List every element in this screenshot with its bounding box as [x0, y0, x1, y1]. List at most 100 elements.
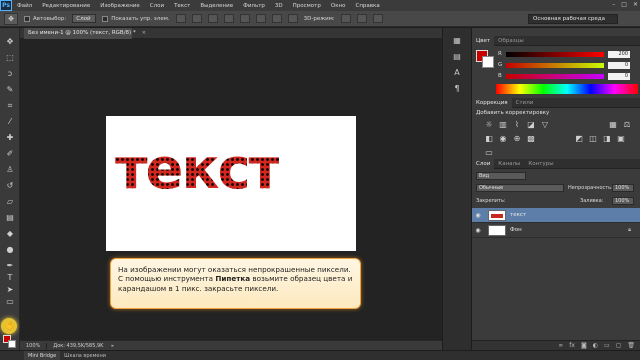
gradient-map-icon[interactable]: ▭ [484, 148, 494, 158]
group-icon[interactable]: ▭ [604, 342, 610, 349]
zoom-level[interactable]: 100% [20, 342, 48, 349]
blur-icon[interactable]: ◆ [4, 228, 16, 240]
align-center-icon[interactable] [239, 14, 250, 23]
menu-layer[interactable]: Слои [145, 3, 169, 9]
tab-paths[interactable]: Контуры [524, 159, 557, 169]
properties-panel-icon[interactable]: ▤ [451, 52, 463, 62]
document-tab[interactable]: Без имени-1 @ 100% (текст, RGB/8) * × [24, 28, 146, 39]
align-right-icon[interactable] [255, 14, 266, 23]
menu-filter[interactable]: Фильтр [238, 3, 270, 9]
threshold-icon[interactable]: ◨ [602, 134, 612, 144]
tab-adjustments[interactable]: Коррекция [472, 98, 512, 108]
slider-g[interactable]: G 0 [498, 61, 638, 69]
quick-select-icon[interactable]: ✎ [4, 84, 16, 96]
move-tool-preset-icon[interactable]: ✥ [4, 12, 18, 25]
type-icon[interactable]: T [4, 272, 16, 284]
hue-saturation-icon[interactable]: ▦ [608, 120, 618, 130]
slider-b-track[interactable] [506, 73, 604, 79]
vibrance-icon[interactable]: ▽ [540, 120, 550, 130]
tab-timeline[interactable]: Шкала времени [60, 351, 110, 360]
menu-image[interactable]: Изображение [95, 3, 145, 9]
brush-icon[interactable]: ✐ [4, 148, 16, 160]
slider-r[interactable]: R 200 [498, 50, 638, 58]
tab-mini-bridge[interactable]: Mini Bridge [24, 350, 61, 360]
gradient-icon[interactable]: ▤ [4, 212, 16, 224]
path-select-icon[interactable]: ➤ [4, 284, 16, 296]
autoselect-dropdown[interactable]: Слой [72, 14, 97, 23]
opacity-input[interactable]: 100% [612, 184, 634, 192]
close-tab-icon[interactable]: × [141, 30, 146, 36]
close-icon[interactable]: ✕ [633, 1, 638, 8]
lasso-icon[interactable]: ↄ [4, 68, 16, 80]
pen-icon[interactable]: ✒ [4, 260, 16, 272]
color-bg-swatch[interactable] [482, 56, 494, 68]
eraser-icon[interactable]: ▱ [4, 196, 16, 208]
canvas-text-layer[interactable]: текст [115, 142, 280, 198]
levels-icon[interactable]: ▥ [498, 120, 508, 130]
dodge-icon[interactable]: ● [4, 244, 16, 256]
color-lookup-icon[interactable]: ▩ [526, 134, 536, 144]
minimize-icon[interactable]: – [612, 1, 615, 8]
move-icon[interactable]: ✥ [4, 36, 16, 48]
selective-color-icon[interactable]: ▣ [616, 134, 626, 144]
tab-channels[interactable]: Каналы [494, 159, 524, 169]
status-menu-icon[interactable]: ▸ [109, 343, 116, 349]
workspace-dropdown[interactable]: Основная рабочая среда [528, 14, 618, 24]
distribute-icon[interactable] [271, 14, 282, 23]
align-bottom-icon[interactable] [207, 14, 218, 23]
layer-style-icon[interactable]: fx [569, 342, 575, 349]
tab-color[interactable]: Цвет [472, 36, 495, 46]
slider-r-track[interactable] [506, 51, 604, 57]
menu-select[interactable]: Выделение [195, 3, 238, 9]
layer-kind-filter[interactable]: Вид [476, 172, 526, 180]
align-middle-icon[interactable] [191, 14, 202, 23]
eye-icon[interactable]: ◉ [472, 212, 484, 219]
3d-pan-icon[interactable] [372, 14, 383, 23]
brightness-icon[interactable]: ☼ [484, 120, 494, 130]
slider-b[interactable]: B 0 [498, 72, 638, 80]
slider-r-value[interactable]: 200 [608, 50, 630, 58]
exposure-icon[interactable]: ◪ [526, 120, 536, 130]
tab-styles[interactable]: Стили [512, 98, 538, 108]
layer-row-background[interactable]: ◉ Фон 🔒︎ [472, 223, 640, 238]
crop-icon[interactable]: ⌗ [4, 100, 16, 112]
clone-stamp-icon[interactable]: ♙ [4, 164, 16, 176]
align-top-icon[interactable] [175, 14, 186, 23]
menu-view[interactable]: Просмотр [288, 3, 326, 9]
align-left-icon[interactable] [223, 14, 234, 23]
fill-input[interactable]: 100% [612, 197, 634, 205]
menu-window[interactable]: Окно [326, 3, 351, 9]
autoselect-option[interactable]: Автовыбор: [24, 15, 66, 22]
slider-b-value[interactable]: 0 [608, 72, 630, 80]
eye-icon[interactable]: ◉ [472, 227, 484, 234]
menu-help[interactable]: Справка [350, 3, 384, 9]
marquee-icon[interactable]: ⬚ [4, 52, 16, 64]
menu-file[interactable]: Файл [12, 3, 37, 9]
mask-icon[interactable]: ◙ [581, 342, 587, 349]
trash-icon[interactable]: 🗑︎ [627, 342, 635, 349]
3d-rotate-icon[interactable] [340, 14, 351, 23]
3d-roll-icon[interactable] [356, 14, 367, 23]
posterize-icon[interactable]: ◫ [588, 134, 598, 144]
invert-icon[interactable]: ◩ [574, 134, 584, 144]
channel-mixer-icon[interactable]: ⊕ [512, 134, 522, 144]
hand-icon[interactable]: ✋ [4, 320, 16, 332]
adjustment-layer-icon[interactable]: ◐ [593, 342, 598, 349]
rectangle-icon[interactable]: ▭ [4, 296, 16, 308]
menu-edit[interactable]: Редактирование [37, 3, 95, 9]
eyedropper-icon[interactable]: ⁄ [4, 116, 16, 128]
show-controls-checkbox[interactable] [102, 15, 109, 22]
new-layer-icon[interactable]: ▢ [616, 342, 622, 349]
color-spectrum-bar[interactable] [496, 84, 638, 94]
curves-icon[interactable]: ⌇ [512, 120, 522, 130]
color-balance-icon[interactable]: ⚖ [622, 120, 632, 130]
show-controls-option[interactable]: Показать упр. элем. [102, 15, 170, 22]
autoselect-checkbox[interactable] [24, 15, 30, 22]
background-color-swatch[interactable] [8, 340, 16, 348]
layer-row-text[interactable]: ◉ текст [472, 208, 640, 223]
slider-g-track[interactable] [506, 62, 604, 68]
menu-3d[interactable]: 3D [270, 3, 288, 9]
tab-swatches[interactable]: Образцы [494, 36, 528, 46]
slider-g-value[interactable]: 0 [608, 61, 630, 69]
blend-mode-dropdown[interactable]: Обычные [476, 184, 564, 192]
